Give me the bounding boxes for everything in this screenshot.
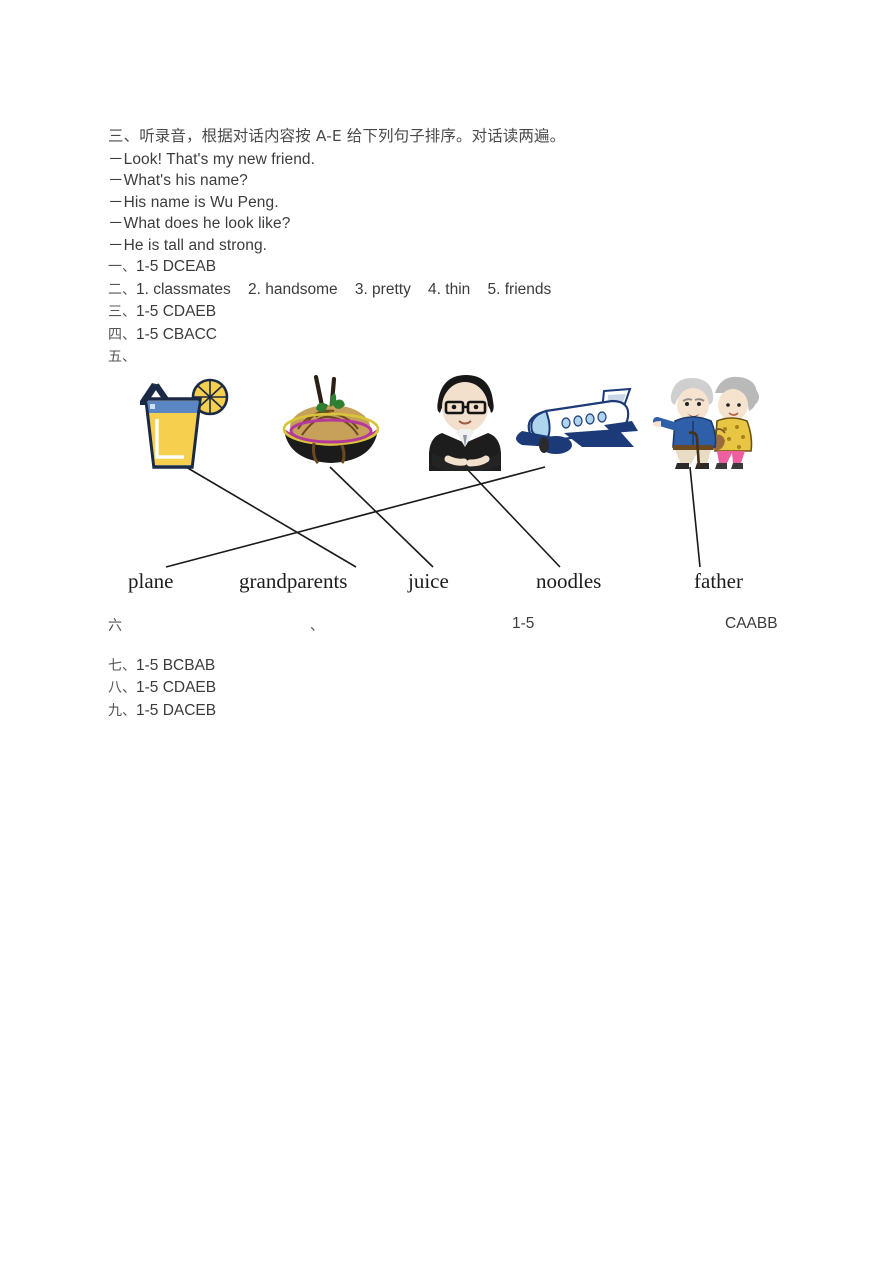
answer-number-4: 四、 bbox=[108, 326, 136, 343]
spread-answer-value: CAABB bbox=[725, 614, 778, 632]
dialogue-line-1: －Look! That's my new friend. bbox=[108, 150, 316, 168]
grandparents-picture bbox=[653, 371, 763, 471]
father-picture bbox=[418, 371, 513, 473]
connection-grandparents-to-father bbox=[689, 466, 701, 567]
dialogue-line-3: －His name is Wu Peng. bbox=[108, 193, 279, 211]
word-grandparents: grandparents bbox=[239, 568, 348, 593]
connection-noodles-to-juice bbox=[329, 465, 434, 568]
answer-row-3: 三、1-5 CDAEB bbox=[108, 301, 798, 324]
answer-row-1: 一、1-5 DCEAB bbox=[108, 256, 798, 279]
answer-number-5: 五、 bbox=[108, 349, 136, 365]
answer-text-1: 1-5 DCEAB bbox=[136, 258, 217, 275]
section-heading: 三、听录音，根据对话内容按 A-E 给下列句子排序。对话读两遍。 bbox=[108, 127, 566, 145]
answer-row-8: 八、1-5 CDAEB bbox=[108, 677, 798, 700]
answer-text-7: 1-5 BCBAB bbox=[136, 656, 216, 674]
answer-number-8: 八、 bbox=[108, 680, 136, 696]
answer-number-1: 一、 bbox=[108, 259, 136, 275]
dialogue-line-5: －He is tall and strong. bbox=[108, 236, 268, 254]
answer-text-8: 1-5 CDAEB bbox=[136, 679, 217, 696]
spread-answer-number: 六 bbox=[108, 617, 122, 634]
connection-father-to-noodles bbox=[464, 465, 561, 568]
answer-number-7: 七、 bbox=[108, 657, 136, 674]
word-plane: plane bbox=[128, 568, 174, 593]
word-noodles: noodles bbox=[536, 568, 602, 593]
matching-exercise: plane grandparents juice noodles father bbox=[108, 371, 798, 611]
answer-text-3: 1-5 CDAEB bbox=[136, 303, 217, 320]
connection-plane-to-plane bbox=[165, 465, 546, 568]
dialogue-line-2: －What's his name? bbox=[108, 172, 248, 189]
document-page: 三、听录音，根据对话内容按 A-E 给下列句子排序。对话读两遍。 －Look! … bbox=[0, 0, 892, 1262]
answer-text-9: 1-5 DACEB bbox=[136, 701, 217, 719]
spread-answer-row: 六 、 1-5 CAABB bbox=[108, 615, 798, 637]
plane-picture bbox=[508, 385, 648, 469]
answer-row-5: 五、 bbox=[108, 346, 798, 369]
answer-text-2: 1. classmates 2. handsome 3. pretty 4. t… bbox=[136, 280, 552, 298]
answer-row-4: 四、1-5 CBACC bbox=[108, 324, 798, 347]
noodles-picture bbox=[268, 373, 393, 471]
connection-juice-to-grandparents bbox=[185, 465, 357, 568]
word-father: father bbox=[694, 568, 743, 593]
answer-row-9: 九、1-5 DACEB bbox=[108, 700, 798, 723]
spread-answer-range: 1-5 bbox=[512, 614, 535, 632]
word-juice: juice bbox=[408, 568, 449, 593]
juice-picture bbox=[124, 371, 234, 471]
answer-row-7: 七、1-5 BCBAB bbox=[108, 655, 798, 678]
answer-number-2: 二、 bbox=[108, 281, 136, 298]
answer-row-2: 二、1. classmates 2. handsome 3. pretty 4.… bbox=[108, 279, 798, 302]
spread-answer-separator: 、 bbox=[310, 617, 324, 634]
answer-number-3: 三、 bbox=[108, 304, 136, 320]
dialogue-line-4: －What does he look like? bbox=[108, 215, 291, 232]
answer-text-4: 1-5 CBACC bbox=[136, 325, 217, 343]
tail-answers: 七、1-5 BCBAB 八、1-5 CDAEB 九、1-5 DACEB bbox=[108, 655, 798, 723]
document-content: 三、听录音，根据对话内容按 A-E 给下列句子排序。对话读两遍。 －Look! … bbox=[108, 126, 798, 722]
answer-number-9: 九、 bbox=[108, 702, 136, 719]
